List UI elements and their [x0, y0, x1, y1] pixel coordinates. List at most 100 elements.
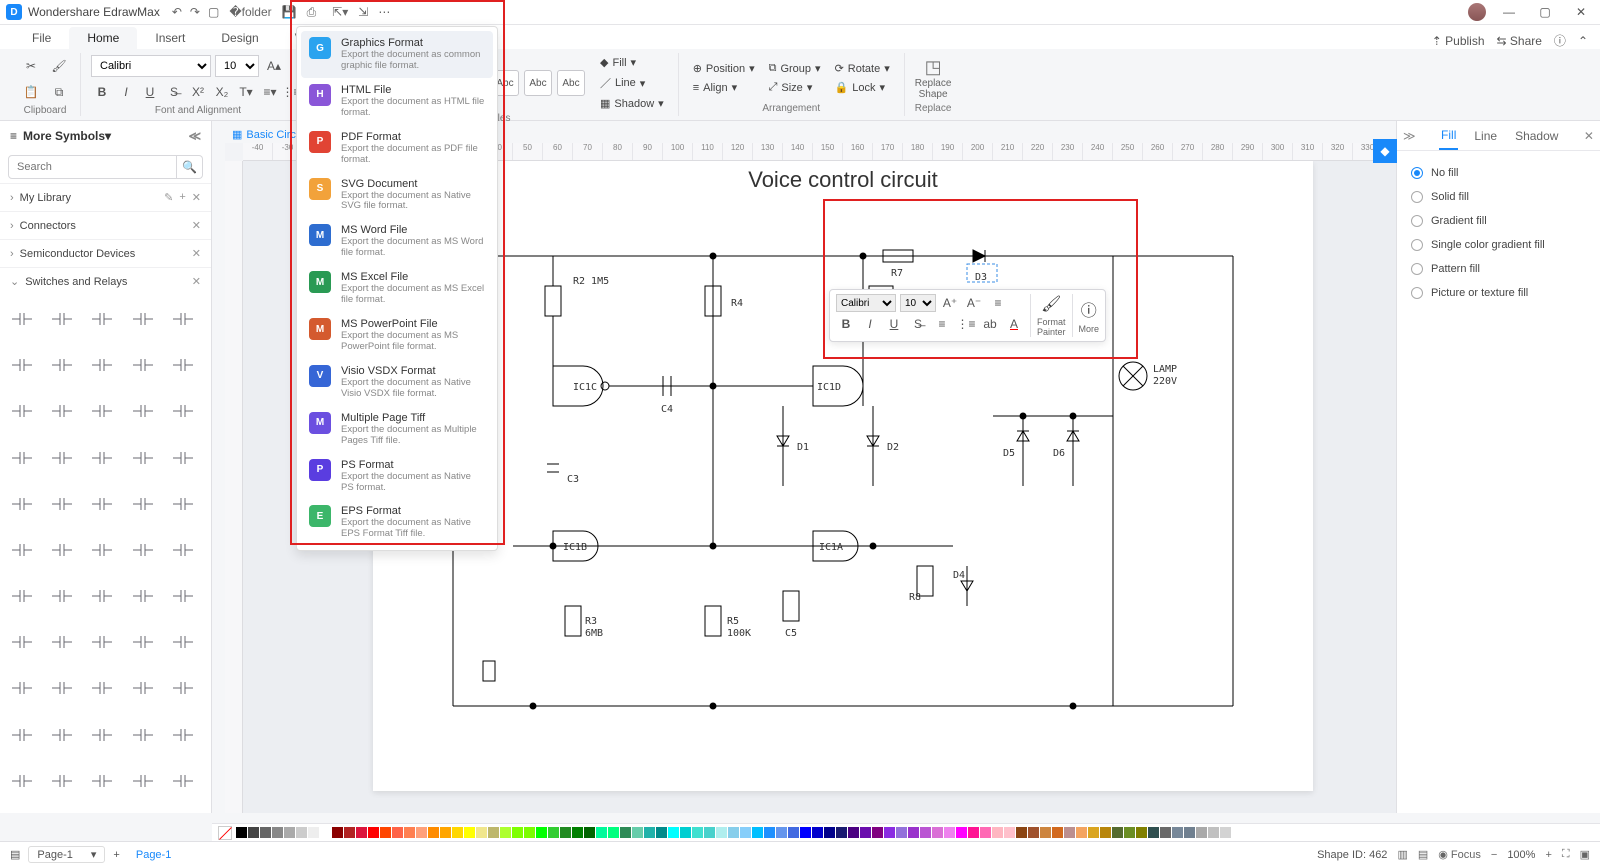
redo-icon[interactable]: ↷: [190, 5, 200, 20]
color-swatch[interactable]: [788, 827, 799, 838]
color-swatch[interactable]: [356, 827, 367, 838]
maximize-button[interactable]: ▢: [1532, 5, 1558, 19]
fill-option[interactable]: Single color gradient fill: [1411, 233, 1586, 257]
font-name-select[interactable]: Calibri: [91, 55, 211, 77]
color-swatch[interactable]: [1076, 827, 1087, 838]
symbol-shape[interactable]: [46, 670, 84, 706]
color-swatch[interactable]: [1052, 827, 1063, 838]
color-swatch[interactable]: [1040, 827, 1051, 838]
symbol-shape[interactable]: [86, 532, 124, 568]
color-swatch[interactable]: [284, 827, 295, 838]
symbol-shape[interactable]: [6, 763, 44, 799]
mini-fontcolor-icon[interactable]: A: [1004, 315, 1024, 333]
color-swatch[interactable]: [272, 827, 283, 838]
bold-icon[interactable]: B: [91, 81, 113, 103]
italic-icon[interactable]: I: [115, 81, 137, 103]
import-icon[interactable]: ⇲: [358, 5, 368, 20]
color-swatch[interactable]: [884, 827, 895, 838]
share-button[interactable]: ⇆ Share: [1497, 34, 1542, 48]
color-swatch[interactable]: [1160, 827, 1171, 838]
group-dropdown[interactable]: ⧉ Group▾: [765, 61, 825, 76]
color-swatch[interactable]: [932, 827, 943, 838]
color-swatch[interactable]: [500, 827, 511, 838]
color-swatch[interactable]: [704, 827, 715, 838]
category-connectors[interactable]: ›Connectors✕: [0, 211, 211, 239]
fit-page-icon[interactable]: ⛶: [1562, 848, 1570, 861]
color-swatch[interactable]: [1220, 827, 1231, 838]
pages-menu-icon[interactable]: ▤: [10, 848, 20, 861]
focus-button[interactable]: ◉ Focus: [1438, 848, 1481, 861]
color-swatch[interactable]: [296, 827, 307, 838]
color-swatch[interactable]: [1124, 827, 1135, 838]
minimize-button[interactable]: —: [1496, 5, 1522, 19]
export-item[interactable]: H HTML File Export the document as HTML …: [301, 78, 493, 125]
export-item[interactable]: G Graphics Format Export the document as…: [301, 31, 493, 78]
color-swatch[interactable]: [908, 827, 919, 838]
symbol-shape[interactable]: [167, 717, 205, 753]
export-dropdown-icon[interactable]: ⇱▾: [332, 5, 348, 20]
remove-icon[interactable]: ✕: [192, 275, 201, 288]
zoom-out-button[interactable]: −: [1491, 849, 1497, 861]
color-swatch[interactable]: [1136, 827, 1147, 838]
style-swatch[interactable]: Abc: [524, 70, 552, 96]
remove-icon[interactable]: ✕: [192, 247, 201, 260]
underline-icon[interactable]: U: [139, 81, 161, 103]
superscript-icon[interactable]: X²: [187, 81, 209, 103]
symbol-shape[interactable]: [127, 393, 165, 429]
color-swatch[interactable]: [416, 827, 427, 838]
symbol-shape[interactable]: [6, 347, 44, 383]
color-swatch[interactable]: [764, 827, 775, 838]
qa-new-icon[interactable]: ▢: [208, 5, 219, 20]
symbol-shape[interactable]: [46, 486, 84, 522]
symbol-shape[interactable]: [86, 440, 124, 476]
fill-option[interactable]: Gradient fill: [1411, 209, 1586, 233]
mini-bold-icon[interactable]: B: [836, 315, 856, 333]
drawing-page[interactable]: Voice control circuit: [373, 161, 1313, 791]
user-avatar[interactable]: [1468, 3, 1486, 21]
symbol-shape[interactable]: [167, 347, 205, 383]
color-swatch[interactable]: [584, 827, 595, 838]
symbol-shape[interactable]: [6, 578, 44, 614]
color-swatch[interactable]: [632, 827, 643, 838]
color-swatch[interactable]: [1172, 827, 1183, 838]
qa-more-icon[interactable]: ⋯: [378, 5, 390, 20]
mini-size-select[interactable]: 10: [900, 294, 936, 312]
symbol-shape[interactable]: [86, 347, 124, 383]
symbol-shape[interactable]: [6, 670, 44, 706]
fullscreen-icon[interactable]: ▣: [1580, 848, 1590, 861]
symbol-shape[interactable]: [127, 301, 165, 337]
symbol-shape[interactable]: [6, 393, 44, 429]
color-swatch[interactable]: [248, 827, 259, 838]
symbol-shape[interactable]: [46, 347, 84, 383]
tab-file[interactable]: File: [14, 27, 69, 49]
symbol-shape[interactable]: [86, 670, 124, 706]
color-swatch[interactable]: [488, 827, 499, 838]
color-swatch[interactable]: [812, 827, 823, 838]
color-swatch[interactable]: [656, 827, 667, 838]
symbol-shape[interactable]: [86, 486, 124, 522]
color-swatch[interactable]: [464, 827, 475, 838]
mini-highlight-icon[interactable]: ab: [980, 315, 1000, 333]
color-swatch[interactable]: [620, 827, 631, 838]
symbol-shape[interactable]: [127, 763, 165, 799]
symbol-shape[interactable]: [46, 393, 84, 429]
symbol-shape[interactable]: [127, 440, 165, 476]
color-swatch[interactable]: [692, 827, 703, 838]
symbol-shape[interactable]: [46, 578, 84, 614]
color-swatch[interactable]: [236, 827, 247, 838]
grow-font-icon[interactable]: A▴: [263, 55, 285, 77]
remove-icon[interactable]: ✕: [192, 219, 201, 232]
color-swatch[interactable]: [968, 827, 979, 838]
format-painter-icon[interactable]: 🖌: [48, 55, 70, 77]
color-swatch[interactable]: [560, 827, 571, 838]
color-swatch[interactable]: [1028, 827, 1039, 838]
qa-print-icon[interactable]: ⎙: [307, 5, 317, 20]
line-dropdown[interactable]: ／ Line▾: [596, 74, 668, 92]
copy-icon[interactable]: ⧉: [48, 81, 70, 103]
color-swatch[interactable]: [836, 827, 847, 838]
symbol-shape[interactable]: [86, 578, 124, 614]
color-swatch[interactable]: [1016, 827, 1027, 838]
export-item[interactable]: E EPS Format Export the document as Nati…: [301, 499, 493, 546]
color-swatch[interactable]: [572, 827, 583, 838]
tab-home[interactable]: Home: [69, 27, 137, 49]
